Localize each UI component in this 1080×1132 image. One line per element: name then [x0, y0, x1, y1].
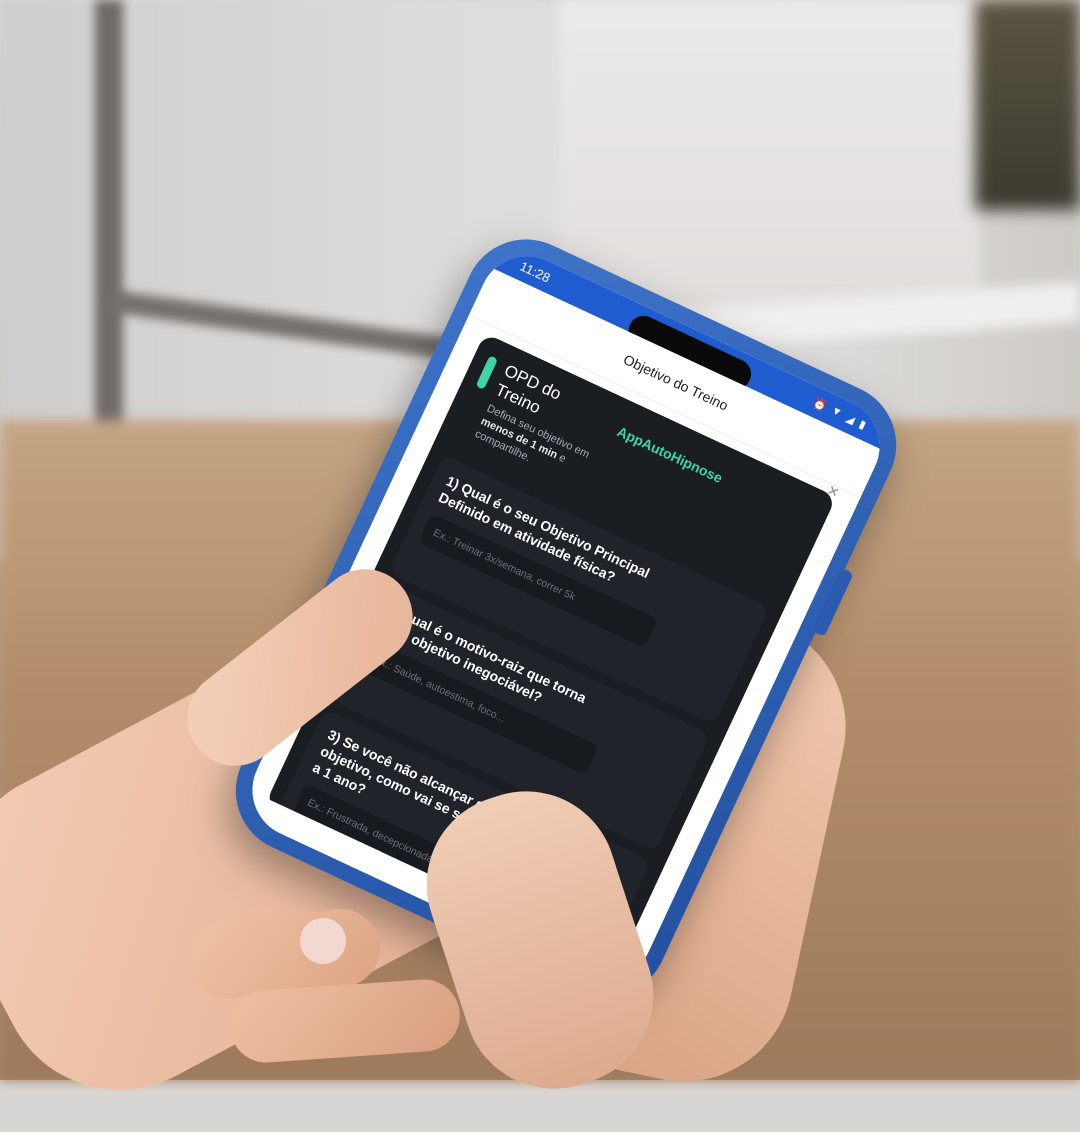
battery-icon: ▮ — [857, 417, 868, 432]
signal-icon: ◢ — [844, 411, 857, 427]
brand-label: AppAutoHipnose — [614, 423, 726, 487]
alarm-icon: ⏰ — [810, 396, 829, 414]
status-time: 11:28 — [517, 258, 553, 286]
accent-bar — [475, 355, 499, 390]
background-dark-corner — [975, 0, 1080, 210]
wifi-icon: ▼ — [828, 404, 844, 420]
